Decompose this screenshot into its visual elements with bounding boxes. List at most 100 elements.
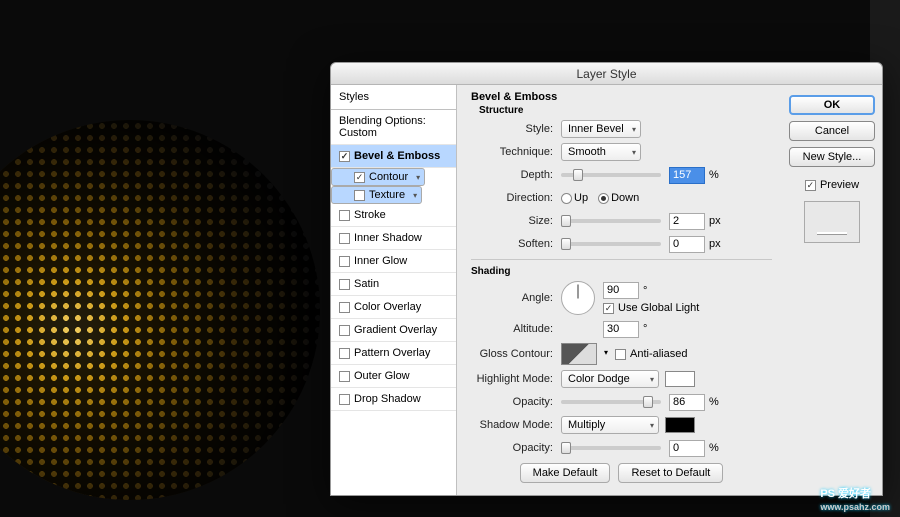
style-label: Satin xyxy=(354,278,379,290)
new-style-button[interactable]: New Style... xyxy=(789,147,875,167)
style-row-outer-glow[interactable]: Outer Glow xyxy=(331,365,456,388)
highlight-opacity-slider[interactable] xyxy=(561,400,661,404)
dialog-titlebar: Layer Style xyxy=(331,63,882,85)
style-label: Color Overlay xyxy=(354,301,421,313)
style-label: Pattern Overlay xyxy=(354,347,430,359)
preview-checkbox[interactable] xyxy=(805,180,816,191)
technique-label: Technique: xyxy=(471,146,561,158)
style-row-color-overlay[interactable]: Color Overlay xyxy=(331,296,456,319)
highlight-opacity-unit: % xyxy=(709,396,719,408)
style-checkbox[interactable] xyxy=(339,233,350,244)
direction-up-label: Up xyxy=(574,192,588,204)
style-label: Stroke xyxy=(354,209,386,221)
altitude-input[interactable]: 30 xyxy=(603,321,639,338)
ok-button[interactable]: OK xyxy=(789,95,875,115)
background-sphere xyxy=(0,120,320,500)
style-label: Contour xyxy=(369,171,408,183)
shadow-opacity-unit: % xyxy=(709,442,719,454)
angle-unit: ° xyxy=(643,285,647,297)
size-label: Size: xyxy=(471,215,561,227)
divider xyxy=(471,259,772,260)
highlight-mode-select[interactable]: Color Dodge xyxy=(561,370,659,388)
cancel-button[interactable]: Cancel xyxy=(789,121,875,141)
style-row-inner-shadow[interactable]: Inner Shadow xyxy=(331,227,456,250)
highlight-opacity-input[interactable]: 86 xyxy=(669,394,705,411)
style-checkbox[interactable] xyxy=(339,302,350,313)
style-checkbox[interactable] xyxy=(354,190,365,201)
style-label: Gradient Overlay xyxy=(354,324,437,336)
watermark: PS 爱好者 www.psahz.com xyxy=(820,484,890,512)
antialiased-checkbox[interactable] xyxy=(615,349,626,360)
style-checkbox[interactable] xyxy=(339,151,350,162)
direction-down-label: Down xyxy=(611,192,639,204)
soften-input[interactable]: 0 xyxy=(669,236,705,253)
soften-label: Soften: xyxy=(471,238,561,250)
reset-default-button[interactable]: Reset to Default xyxy=(618,463,723,483)
shadow-color-swatch[interactable] xyxy=(665,417,695,433)
highlight-mode-label: Highlight Mode: xyxy=(471,373,561,385)
style-select[interactable]: Inner Bevel xyxy=(561,120,641,138)
styles-header[interactable]: Styles xyxy=(331,85,456,110)
depth-input[interactable]: 157 xyxy=(669,167,705,184)
shadow-opacity-input[interactable]: 0 xyxy=(669,440,705,457)
style-checkbox[interactable] xyxy=(354,172,365,183)
style-row-satin[interactable]: Satin xyxy=(331,273,456,296)
soften-unit: px xyxy=(709,238,721,250)
style-label: Style: xyxy=(471,123,561,135)
direction-label: Direction: xyxy=(471,192,561,204)
dialog-buttons: OK Cancel New Style... Preview xyxy=(782,85,882,495)
style-row-drop-shadow[interactable]: Drop Shadow xyxy=(331,388,456,411)
structure-title: Structure xyxy=(479,105,772,116)
blending-options-row[interactable]: Blending Options: Custom xyxy=(331,110,456,145)
direction-down-radio[interactable] xyxy=(598,193,609,204)
highlight-opacity-label: Opacity: xyxy=(471,396,561,408)
shading-title: Shading xyxy=(471,266,772,277)
angle-dial[interactable] xyxy=(561,281,595,315)
style-row-stroke[interactable]: Stroke xyxy=(331,204,456,227)
shadow-opacity-label: Opacity: xyxy=(471,442,561,454)
shadow-mode-label: Shadow Mode: xyxy=(471,419,561,431)
style-label: Bevel & Emboss xyxy=(354,150,440,162)
styles-list: Styles Blending Options: Custom Bevel & … xyxy=(331,85,457,495)
style-checkbox[interactable] xyxy=(339,210,350,221)
size-slider[interactable] xyxy=(561,219,661,223)
style-label: Drop Shadow xyxy=(354,393,421,405)
style-checkbox[interactable] xyxy=(339,256,350,267)
make-default-button[interactable]: Make Default xyxy=(520,463,611,483)
direction-up-radio[interactable] xyxy=(561,193,572,204)
gloss-contour-picker[interactable] xyxy=(561,343,597,365)
section-title: Bevel & Emboss xyxy=(471,91,772,103)
global-light-checkbox[interactable] xyxy=(603,303,614,314)
angle-input[interactable]: 90 xyxy=(603,282,639,299)
style-label: Inner Glow xyxy=(354,255,407,267)
style-checkbox[interactable] xyxy=(339,279,350,290)
depth-unit: % xyxy=(709,169,719,181)
style-row-pattern-overlay[interactable]: Pattern Overlay xyxy=(331,342,456,365)
style-row-texture[interactable]: Texture xyxy=(331,186,422,204)
altitude-unit: ° xyxy=(643,323,647,335)
style-checkbox[interactable] xyxy=(339,325,350,336)
depth-label: Depth: xyxy=(471,169,561,181)
size-unit: px xyxy=(709,215,721,227)
style-checkbox[interactable] xyxy=(339,394,350,405)
soften-slider[interactable] xyxy=(561,242,661,246)
style-row-inner-glow[interactable]: Inner Glow xyxy=(331,250,456,273)
preview-thumbnail xyxy=(804,201,860,243)
style-checkbox[interactable] xyxy=(339,371,350,382)
size-input[interactable]: 2 xyxy=(669,213,705,230)
shadow-mode-select[interactable]: Multiply xyxy=(561,416,659,434)
style-row-bevel-emboss[interactable]: Bevel & Emboss xyxy=(331,145,456,168)
style-row-contour[interactable]: Contour xyxy=(331,168,425,186)
shadow-opacity-slider[interactable] xyxy=(561,446,661,450)
depth-slider[interactable] xyxy=(561,173,661,177)
style-label: Outer Glow xyxy=(354,370,410,382)
style-row-gradient-overlay[interactable]: Gradient Overlay xyxy=(331,319,456,342)
global-light-label: Use Global Light xyxy=(618,302,699,314)
highlight-color-swatch[interactable] xyxy=(665,371,695,387)
style-checkbox[interactable] xyxy=(339,348,350,359)
antialiased-label: Anti-aliased xyxy=(630,348,687,360)
layer-style-dialog: Layer Style Styles Blending Options: Cus… xyxy=(330,62,883,496)
preview-label: Preview xyxy=(820,179,859,191)
technique-select[interactable]: Smooth xyxy=(561,143,641,161)
gloss-contour-label: Gloss Contour: xyxy=(471,348,561,360)
